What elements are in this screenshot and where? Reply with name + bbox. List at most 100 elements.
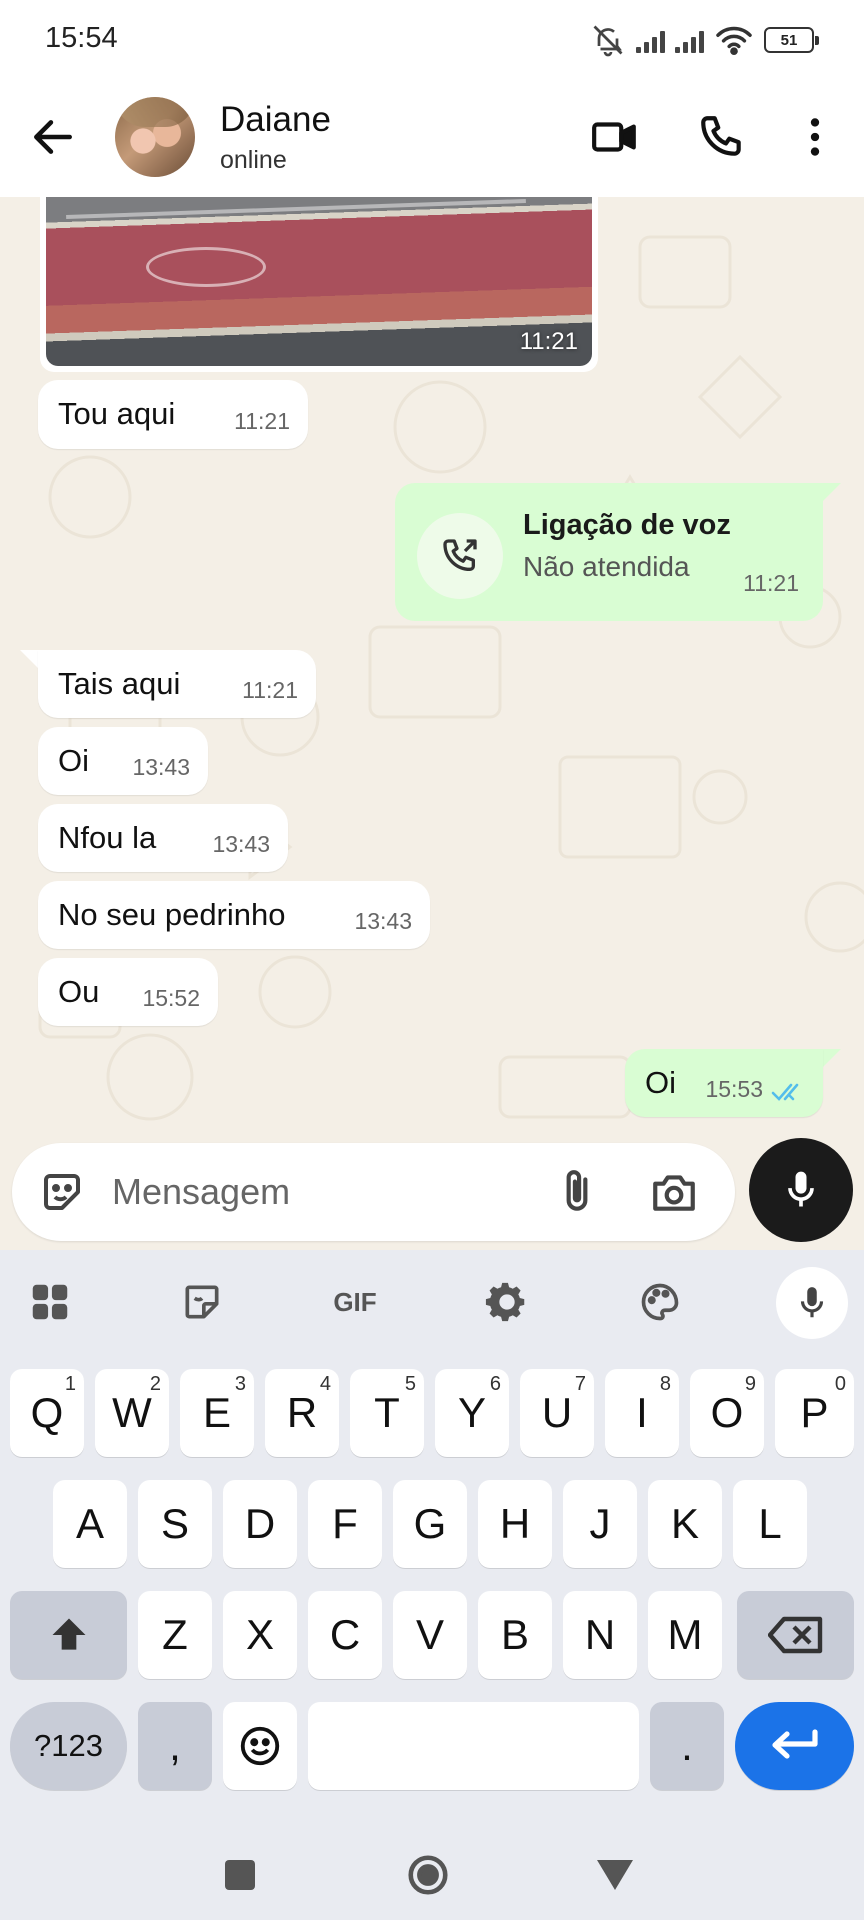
outgoing-call-icon xyxy=(443,539,477,571)
muted-bell-icon xyxy=(593,25,623,57)
incoming-message[interactable]: Oi 13:43 xyxy=(38,727,208,795)
message-text: Oi xyxy=(645,1065,676,1100)
enter-arrow-icon xyxy=(771,1729,818,1759)
message-text: Tais aqui xyxy=(58,666,181,701)
key-q[interactable]: Q1 xyxy=(10,1369,84,1457)
video-call-icon[interactable] xyxy=(590,112,640,162)
emoji-key[interactable] xyxy=(223,1702,297,1790)
key-h[interactable]: H xyxy=(478,1480,552,1568)
key-a[interactable]: A xyxy=(53,1480,127,1568)
key-f[interactable]: F xyxy=(308,1480,382,1568)
incoming-message[interactable]: Tou aqui 11:21 xyxy=(38,380,308,449)
key-v[interactable]: V xyxy=(393,1591,467,1679)
key-j[interactable]: J xyxy=(563,1480,637,1568)
chat-area[interactable]: 11:21 Tou aqui 11:21 Ligação de voz Não … xyxy=(0,197,864,1250)
emoji-sticker-icon[interactable] xyxy=(38,1168,86,1216)
key-m[interactable]: M xyxy=(648,1591,722,1679)
shift-key[interactable] xyxy=(10,1591,127,1679)
incoming-message[interactable]: No seu pedrinho 13:43 xyxy=(38,881,430,949)
key-n[interactable]: N xyxy=(563,1591,637,1679)
message-time: 15:52 xyxy=(142,985,200,1011)
gif-icon[interactable]: GIF xyxy=(325,1272,385,1332)
incoming-message[interactable]: Tais aqui 11:21 xyxy=(38,650,316,718)
message-time: 13:43 xyxy=(354,908,412,934)
signal-strength-icon xyxy=(636,27,665,53)
message-text: No seu pedrinho xyxy=(58,897,286,932)
message-time: 11:21 xyxy=(242,677,298,703)
call-title: Ligação de voz xyxy=(523,509,731,541)
back-arrow-icon[interactable] xyxy=(28,112,78,162)
battery-level: 51 xyxy=(780,31,798,49)
message-time: 11:21 xyxy=(519,328,578,355)
comma-key[interactable]: , xyxy=(138,1702,212,1790)
sticker-icon[interactable] xyxy=(172,1272,232,1332)
contact-avatar[interactable] xyxy=(115,97,195,177)
wifi-icon xyxy=(716,26,752,56)
paperclip-icon[interactable] xyxy=(552,1167,602,1217)
recents-square-icon[interactable] xyxy=(215,1850,265,1900)
phone-icon[interactable] xyxy=(697,112,747,162)
backspace-icon xyxy=(767,1616,822,1654)
key-c[interactable]: C xyxy=(308,1591,382,1679)
incoming-message[interactable]: Nfou la 13:43 xyxy=(38,804,288,872)
key-p[interactable]: P0 xyxy=(775,1369,854,1457)
message-input-container[interactable] xyxy=(12,1143,735,1241)
key-k[interactable]: K xyxy=(648,1480,722,1568)
call-subtitle: Não atendida xyxy=(523,551,690,582)
message-text: Oi xyxy=(58,743,89,778)
key-s[interactable]: S xyxy=(138,1480,212,1568)
message-text: Tou aqui xyxy=(58,396,176,431)
apps-grid-icon[interactable] xyxy=(20,1272,80,1332)
key-z[interactable]: Z xyxy=(138,1591,212,1679)
key-e[interactable]: E3 xyxy=(180,1369,254,1457)
system-navigation-bar xyxy=(0,1830,864,1920)
key-y[interactable]: Y6 xyxy=(435,1369,509,1457)
keyboard-toolbar: GIF xyxy=(0,1250,864,1355)
shift-arrow-icon xyxy=(52,1618,85,1650)
message-input[interactable] xyxy=(112,1167,532,1217)
key-b[interactable]: B xyxy=(478,1591,552,1679)
key-r[interactable]: R4 xyxy=(265,1369,339,1457)
key-x[interactable]: X xyxy=(223,1591,297,1679)
image-message[interactable]: 11:21 xyxy=(40,197,598,372)
chat-header: Daiane online xyxy=(0,82,864,197)
key-t[interactable]: T5 xyxy=(350,1369,424,1457)
backspace-key[interactable] xyxy=(737,1591,854,1679)
call-icon-circle xyxy=(417,513,503,599)
home-circle-icon[interactable] xyxy=(403,1850,453,1900)
contact-name[interactable]: Daiane xyxy=(220,100,331,140)
back-triangle-icon[interactable] xyxy=(590,1850,640,1900)
settings-gear-icon[interactable] xyxy=(477,1272,537,1332)
key-d[interactable]: D xyxy=(223,1480,297,1568)
enter-key[interactable] xyxy=(735,1702,854,1790)
key-u[interactable]: U7 xyxy=(520,1369,594,1457)
message-time: 11:21 xyxy=(234,408,290,434)
record-voice-button[interactable] xyxy=(749,1138,853,1242)
message-text: Ou xyxy=(58,974,100,1009)
more-vert-icon[interactable] xyxy=(790,112,840,162)
incoming-message[interactable]: Ou 15:52 xyxy=(38,958,218,1026)
shared-photo[interactable]: 11:21 xyxy=(46,197,592,366)
signal-strength-icon-2 xyxy=(675,27,704,53)
message-composer xyxy=(0,1133,864,1250)
key-w[interactable]: W2 xyxy=(95,1369,169,1457)
key-i[interactable]: I8 xyxy=(605,1369,679,1457)
message-time: 15:53 xyxy=(705,1076,763,1102)
smiley-icon xyxy=(240,1726,280,1766)
missed-voice-call-message[interactable]: Ligação de voz Não atendida 11:21 xyxy=(395,483,823,621)
mic-icon xyxy=(788,1171,814,1207)
period-key[interactable]: . xyxy=(650,1702,724,1790)
mic-icon xyxy=(800,1287,824,1318)
message-text: Nfou la xyxy=(58,820,157,855)
symbols-key[interactable]: ?123 xyxy=(10,1702,127,1790)
soft-keyboard: GIF Q1 W2 E3 R4 T5 Y6 U7 I8 O9 P0 A S D … xyxy=(0,1250,864,1830)
space-key[interactable] xyxy=(308,1702,639,1790)
voice-typing-button[interactable] xyxy=(776,1267,848,1339)
key-g[interactable]: G xyxy=(393,1480,467,1568)
camera-icon[interactable] xyxy=(648,1167,700,1217)
key-l[interactable]: L xyxy=(733,1480,807,1568)
outgoing-message[interactable]: Oi 15:53 xyxy=(625,1049,823,1117)
key-o[interactable]: O9 xyxy=(690,1369,764,1457)
status-icons: 51 xyxy=(590,22,819,58)
palette-icon[interactable] xyxy=(630,1272,690,1332)
